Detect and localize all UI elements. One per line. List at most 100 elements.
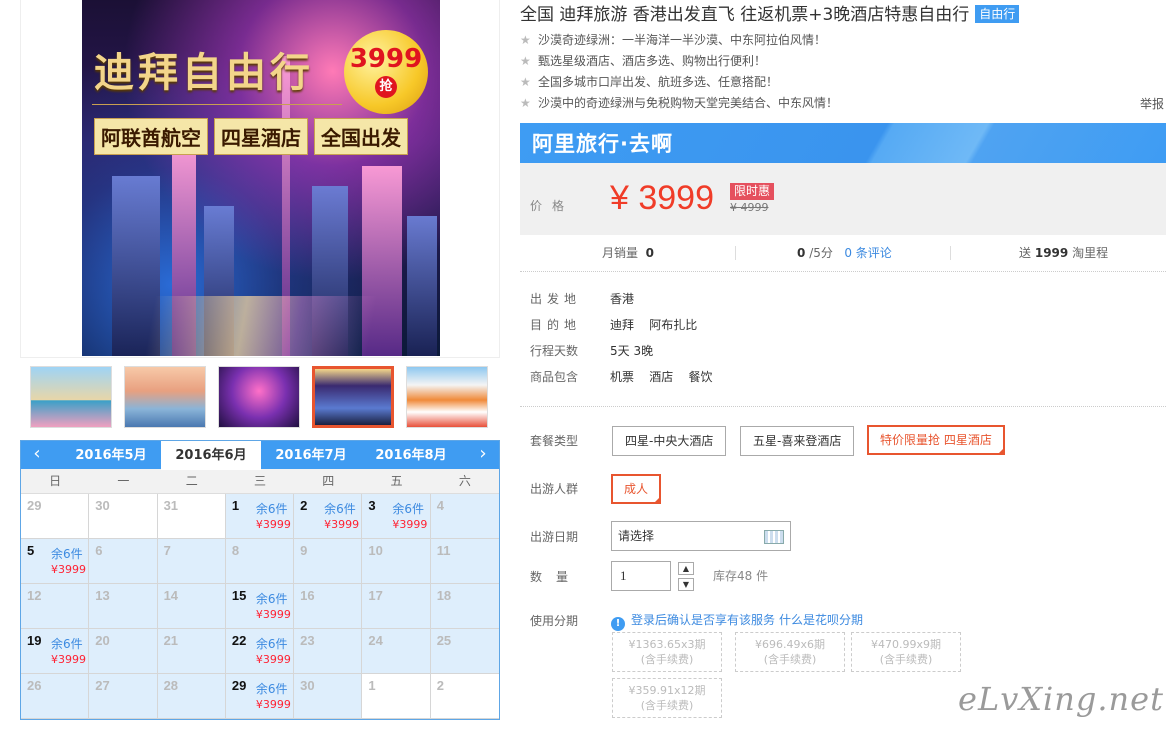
calendar-day-available[interactable]: 22 余6件 ¥3999 [225, 629, 295, 674]
day-number: 26 [27, 678, 42, 693]
installment-amount: ¥1363.65x3期 [628, 638, 706, 651]
day-number: 24 [368, 633, 383, 648]
installment-option-3[interactable]: ¥1363.65x3期 (含手续费) [612, 632, 722, 672]
next-month-icon[interactable]: › [471, 441, 495, 469]
installment-fee: (含手续费) [879, 653, 933, 666]
installment-label: 使用分期 [530, 614, 579, 628]
calendar-day: 28 [157, 674, 226, 719]
installment-option-6[interactable]: ¥696.49x6期 (含手续费) [735, 632, 845, 672]
calendar-day-available[interactable]: 1 余6件 ¥3999 [225, 494, 295, 539]
quantity-increase-icon[interactable]: ▲ [678, 562, 694, 575]
day-price: ¥3999 [255, 698, 291, 711]
tab-month-august[interactable]: 2016年8月 [361, 441, 461, 469]
hero-divider [92, 104, 342, 105]
day-number: 19 [27, 633, 42, 648]
installment-amount: ¥470.99x9期 [871, 638, 941, 651]
day-number: 30 [95, 498, 110, 513]
quantity-decrease-icon[interactable]: ▼ [678, 578, 694, 591]
thumbnail-1[interactable] [30, 366, 112, 428]
hero-tags: 阿联酋航空 四星酒店 全国出发 [94, 118, 408, 155]
day-number: 17 [368, 588, 383, 603]
quantity-label: 数量 [530, 570, 583, 584]
calendar-day: 14 [157, 584, 226, 629]
product-gallery: 迪拜自由行 3999 抢 阿联酋航空 四星酒店 全国出发 ‹ 2016年5月 2… [20, 0, 500, 730]
weekday-label: 二 [185, 474, 198, 488]
day-number: 13 [95, 588, 110, 603]
day-number: 1 [231, 498, 240, 513]
quantity-input[interactable]: 1 [611, 561, 671, 591]
day-number: 25 [436, 633, 452, 648]
tab-month-june[interactable]: 2016年6月 [161, 441, 261, 470]
day-number: 29 [231, 678, 247, 693]
day-number: 5 [27, 543, 35, 558]
calendar-day-available[interactable]: 15 余6件 ¥3999 [225, 584, 295, 629]
weekday-label: 三 [253, 474, 266, 488]
day-price: ¥3999 [51, 653, 86, 666]
day-number: 31 [163, 498, 179, 513]
day-price: ¥3999 [324, 518, 360, 531]
day-stock: 余6件 [255, 682, 288, 696]
thumbnail-strip [20, 358, 500, 438]
day-number: 6 [95, 543, 103, 558]
calendar-day-available[interactable]: 2 余6件 ¥3999 [294, 494, 363, 539]
calendar-day: 11 [430, 539, 499, 584]
day-price: ¥3999 [255, 608, 291, 621]
installment-tip-text: 登录后确认是否享有该服务 [631, 613, 776, 627]
hero-price-badge: 3999 抢 [344, 30, 428, 114]
light-trails [82, 296, 440, 356]
installment-amount: ¥359.91x12期 [628, 684, 706, 697]
installment-fee: (含手续费) [640, 653, 694, 666]
calendar-day: 1 [362, 674, 431, 719]
departure-calendar: ‹ 2016年5月 2016年6月 2016年7月 2016年8月 › 日 一 … [20, 440, 500, 720]
day-number: 9 [300, 543, 308, 558]
calendar-day: 30 [89, 494, 158, 539]
thumbnail-2[interactable] [124, 366, 206, 428]
prev-month-icon[interactable]: ‹ [25, 441, 49, 469]
calendar-icon[interactable] [764, 530, 784, 544]
tab-month-july[interactable]: 2016年7月 [261, 441, 361, 469]
day-number: 4 [436, 498, 444, 513]
main-product-image[interactable]: 迪拜自由行 3999 抢 阿联酋航空 四星酒店 全国出发 [82, 0, 440, 356]
calendar-day-available[interactable]: 3 余6件 ¥3999 [362, 494, 431, 539]
hero-headline: 迪拜自由行 [94, 49, 314, 96]
day-number: 11 [436, 543, 451, 558]
calendar-day: 17 [362, 584, 431, 629]
package-option-2[interactable]: 五星-喜来登酒店 [740, 426, 855, 456]
traveler-type-label: 出游人群 [530, 482, 579, 496]
calendar-day: 10 [362, 539, 431, 584]
installment-fee: (含手续费) [763, 653, 817, 666]
installment-option-12[interactable]: ¥359.91x12期 (含手续费) [612, 678, 722, 718]
day-stock: 余6件 [51, 547, 83, 561]
installment-tip: ! 登录后确认是否享有该服务 什么是花呗分期 [611, 611, 863, 631]
calendar-day: 12 [21, 584, 90, 629]
calendar-day-available[interactable]: 29 余6件 ¥3999 [225, 674, 295, 719]
thumbnail-4[interactable] [312, 366, 394, 428]
calendar-day-available[interactable]: 19 余6件 ¥3999 [21, 629, 90, 674]
day-number: 14 [163, 588, 179, 603]
day-stock: 余6件 [255, 502, 288, 516]
day-number: 23 [300, 633, 315, 648]
calendar-day: 23 [294, 629, 363, 674]
calendar-day: 16 [294, 584, 363, 629]
thumbnail-3[interactable] [218, 366, 300, 428]
thumbnail-5[interactable] [406, 366, 488, 428]
calendar-day-available[interactable]: 5 余6件 ¥3999 [21, 539, 90, 584]
tab-month-may[interactable]: 2016年5月 [61, 441, 161, 469]
hero-tag: 四星酒店 [214, 118, 308, 155]
package-option-3-selected[interactable]: 特价限量抢 四星酒店 [867, 425, 1005, 455]
main-image-frame: 迪拜自由行 3999 抢 阿联酋航空 四星酒店 全国出发 [20, 0, 500, 358]
huabei-help-link[interactable]: 什么是花呗分期 [779, 613, 863, 627]
day-number: 12 [27, 588, 42, 603]
package-option-1[interactable]: 四星-中央大酒店 [612, 426, 727, 456]
day-stock: 余6件 [51, 637, 83, 651]
traveler-adult-option[interactable]: 成人 [611, 474, 662, 504]
installment-amount: ¥696.49x6期 [755, 638, 825, 651]
calendar-day: 6 [89, 539, 158, 584]
weekday-header: 日 一 二 三 四 五 六 [21, 469, 499, 494]
travel-date-field[interactable]: 请选择 [611, 521, 791, 551]
hero-tag: 全国出发 [314, 118, 408, 155]
calendar-day: 25 [430, 629, 499, 674]
day-number: 1 [368, 678, 376, 693]
calendar-day: 31 [157, 494, 226, 539]
installment-option-9[interactable]: ¥470.99x9期 (含手续费) [851, 632, 961, 672]
